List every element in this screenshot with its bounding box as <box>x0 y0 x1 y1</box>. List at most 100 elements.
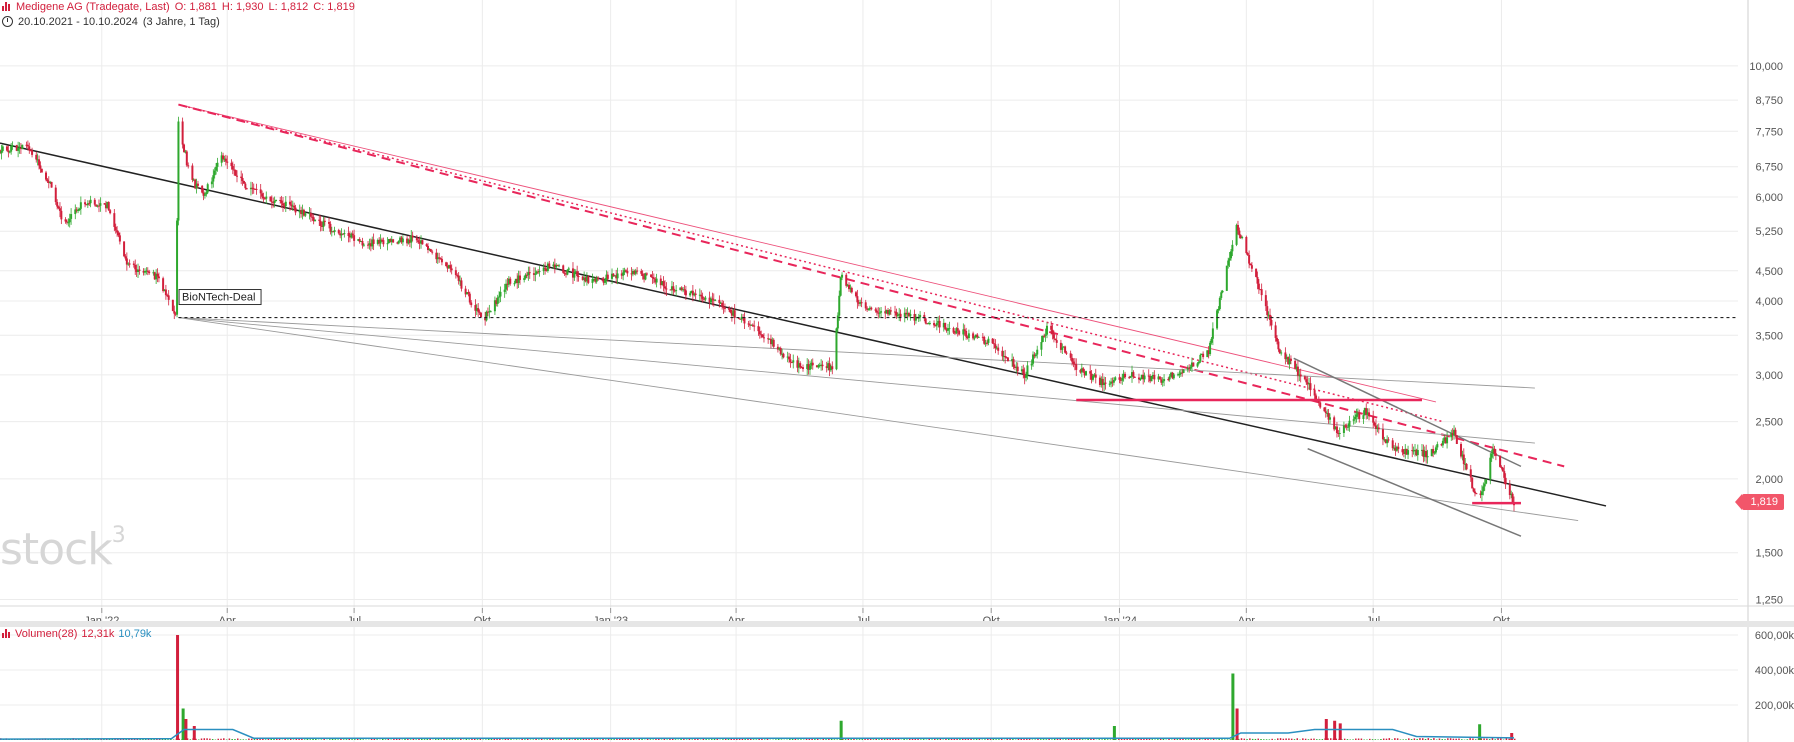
candle-body <box>1299 374 1302 377</box>
candle-body <box>845 274 848 286</box>
candle-body <box>835 328 838 370</box>
candle-body <box>401 238 404 243</box>
candle-body <box>821 364 824 367</box>
candle-body <box>28 146 31 151</box>
volume-bar <box>1176 739 1179 740</box>
candle-body <box>743 317 746 324</box>
volume-bar <box>1427 738 1430 740</box>
volume-bar <box>203 738 206 740</box>
candle-body <box>1043 335 1046 337</box>
candle-body <box>288 201 291 205</box>
volume-bar <box>437 738 440 740</box>
candle-body <box>977 336 980 338</box>
candle-body <box>1026 365 1029 376</box>
volume-bar <box>685 739 688 740</box>
volume-bar <box>1274 739 1276 740</box>
trendline <box>1307 447 1522 537</box>
volume-bar <box>777 738 780 740</box>
volume-bar <box>1053 738 1056 740</box>
volume-bar <box>234 739 236 740</box>
candle-body <box>323 220 326 222</box>
volume-bar <box>1352 739 1354 740</box>
candle-body <box>1091 376 1094 380</box>
volume-bar <box>1065 739 1067 740</box>
volume-bar <box>705 739 707 740</box>
candle-body <box>479 312 482 318</box>
candle-body <box>761 334 764 338</box>
volume-bar <box>1134 738 1137 740</box>
candle-body <box>1471 477 1474 489</box>
candle-body <box>1277 341 1280 350</box>
candle-body <box>1401 449 1404 453</box>
candle-body <box>38 159 41 166</box>
volume-bar <box>579 739 582 740</box>
candle-body <box>60 210 63 220</box>
date-range-info[interactable]: 20.10.2021 - 10.10.2024 (3 Jahre, 1 Tag) <box>2 16 225 28</box>
volume-bar <box>315 738 317 740</box>
current-price-tag: 1,819 <box>1735 494 1784 511</box>
candle-body <box>450 268 453 271</box>
candle-body <box>235 175 238 177</box>
candle-body <box>689 293 692 296</box>
candle-body <box>1045 325 1048 335</box>
candle-body <box>1218 297 1221 310</box>
candle-body <box>956 328 959 331</box>
volume-bar <box>1369 738 1371 740</box>
candle-body <box>1264 295 1267 307</box>
candle-body <box>1054 338 1057 341</box>
candle-body <box>1114 377 1117 380</box>
candle-body <box>1044 334 1047 336</box>
candle-body <box>84 202 87 205</box>
volume-bar <box>605 739 607 740</box>
candle-body <box>0 150 3 154</box>
candle-body <box>230 162 233 167</box>
volume-bar <box>566 739 568 740</box>
volume-bar <box>404 738 406 740</box>
candle-body <box>1004 355 1007 358</box>
candle-body <box>1241 236 1244 238</box>
candle-body <box>478 311 481 313</box>
candle-body <box>273 201 276 203</box>
volume-bar <box>666 739 668 740</box>
volume-bar <box>975 738 978 740</box>
candle-body <box>1305 379 1308 383</box>
candle-body <box>899 313 902 317</box>
candle-body <box>729 309 732 313</box>
volume-bar <box>920 739 922 740</box>
candle-body <box>684 290 687 296</box>
candle-body <box>468 293 471 303</box>
candle-body <box>1065 352 1068 354</box>
volume-bar <box>1218 738 1220 740</box>
volume-bar <box>1098 739 1101 740</box>
volume-bar <box>1419 738 1421 740</box>
stock-chart[interactable]: BioNTech-Deal 10,000 8,750 7,750 6,750 6,000… <box>0 0 1794 742</box>
volume-bar <box>228 738 231 740</box>
volume-bar <box>490 738 493 740</box>
candle-body <box>328 221 331 224</box>
candle-body <box>11 145 14 147</box>
candle-body <box>226 161 229 163</box>
candle-body <box>183 144 186 152</box>
candle-body <box>534 273 537 275</box>
volume-bar <box>1318 739 1321 740</box>
candle-body <box>46 179 49 182</box>
candle-body <box>224 158 227 162</box>
candle-body <box>1436 444 1439 448</box>
candle-body <box>241 177 244 181</box>
volume-bar <box>485 739 487 740</box>
candle-body <box>56 202 59 207</box>
volume-bar <box>287 739 289 740</box>
candle-body <box>714 299 717 301</box>
candle-body <box>39 165 42 169</box>
volume-bar <box>1210 739 1212 740</box>
instrument-name: Medigene AG (Tradegate, Last) <box>16 1 170 13</box>
candle-body <box>21 144 24 150</box>
candle-body <box>262 196 265 199</box>
candle-body <box>1030 363 1033 366</box>
candle-body <box>1489 457 1492 480</box>
candle-body <box>201 185 204 193</box>
volume-bar <box>713 738 716 740</box>
candle-body <box>1256 276 1259 284</box>
candle-body <box>665 288 668 290</box>
volume-bar <box>708 739 710 740</box>
